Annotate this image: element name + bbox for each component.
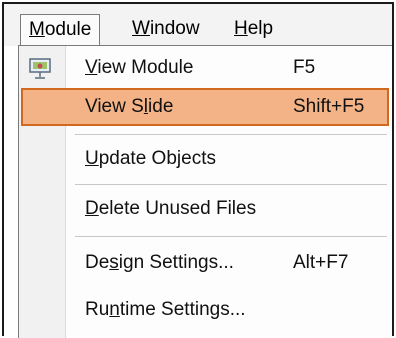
- menu-separator: [75, 134, 387, 135]
- menu-item-design-settings[interactable]: Design Settings... Alt+F7: [19, 244, 391, 282]
- presentation-icon: [29, 58, 51, 79]
- menubar-item-module[interactable]: Module: [20, 14, 101, 46]
- menu-item-shortcut: Shift+F5: [293, 96, 365, 117]
- menu-item-view-module[interactable]: View Module F5: [19, 49, 391, 87]
- menu-item-label: Runtime Settings...: [85, 299, 246, 320]
- menubar-label-accel: W: [132, 18, 150, 39]
- menubar-label-accel: M: [29, 19, 45, 40]
- menu-item-label: Update Objects: [85, 148, 216, 169]
- menubar-label-accel: H: [234, 18, 248, 39]
- menu-item-label: View Slide: [85, 96, 174, 117]
- menu-separator: [75, 184, 387, 185]
- menubar-label-post: odule: [44, 19, 92, 40]
- menu-item-delete-unused-files[interactable]: Delete Unused Files: [19, 190, 391, 228]
- menubar-item-window[interactable]: Window: [124, 14, 208, 44]
- module-dropdown-menu: View Module F5 View Slide Shift+F5 Updat…: [18, 45, 392, 338]
- menu-item-shortcut: F5: [293, 57, 316, 78]
- menubar-label-post: elp: [247, 18, 274, 39]
- menu-item-view-slide[interactable]: View Slide Shift+F5: [21, 88, 389, 126]
- menubar-item-help[interactable]: Help: [226, 14, 281, 44]
- window-frame: Module Window Help View Module F5 View S…: [2, 2, 394, 338]
- menu-item-shortcut: Alt+F7: [293, 252, 349, 273]
- menu-item-update-objects[interactable]: Update Objects: [19, 140, 391, 178]
- menu-item-runtime-settings[interactable]: Runtime Settings...: [19, 291, 391, 329]
- menu-item-label: Delete Unused Files: [85, 198, 257, 219]
- menu-separator: [75, 236, 387, 237]
- menu-item-label: Design Settings...: [85, 252, 234, 273]
- menu-item-label: View Module: [85, 57, 194, 78]
- menu-bar: Module Window Help: [4, 4, 392, 46]
- menubar-label-post: indow: [149, 18, 200, 39]
